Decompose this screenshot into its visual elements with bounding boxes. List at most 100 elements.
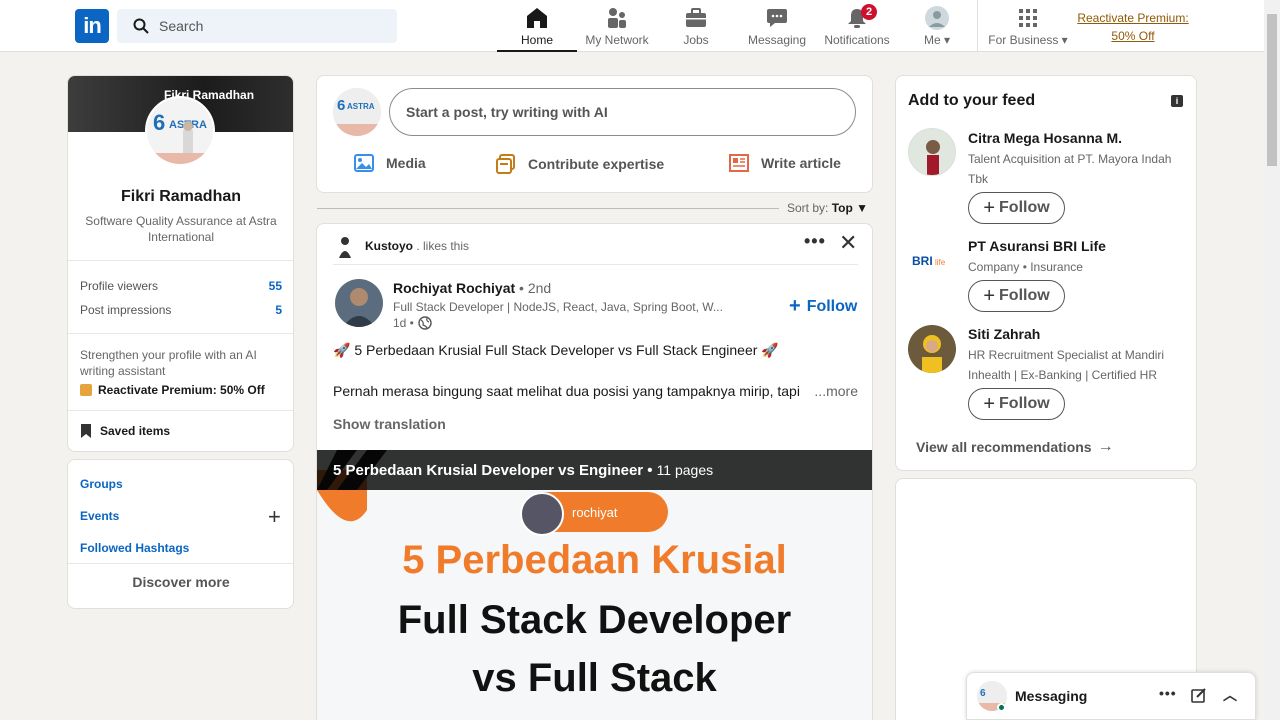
nav-for-business-label-wrap: For Business ▾: [988, 33, 1067, 47]
rec-name[interactable]: PT Asuransi BRI Life: [968, 238, 1106, 254]
post-time-text: 1d •: [393, 316, 414, 330]
followed-hashtags-link[interactable]: Followed Hashtags: [80, 541, 189, 555]
network-icon: [605, 6, 629, 30]
info-icon[interactable]: i: [1171, 95, 1183, 107]
plus-icon: +: [789, 295, 801, 317]
svg-text:6: 6: [337, 97, 345, 114]
composer-avatar[interactable]: 6 ASTRA: [333, 88, 381, 136]
sort-divider: [317, 208, 779, 209]
plus-icon: +: [983, 197, 996, 219]
strengthen-text[interactable]: Strengthen your profile with an AI writi…: [80, 347, 280, 379]
rec-avatar-citra[interactable]: [908, 128, 956, 176]
nav-home[interactable]: Home: [497, 0, 577, 52]
rec-name[interactable]: Siti Zahrah: [968, 326, 1040, 342]
nav-for-business[interactable]: For Business ▾: [988, 0, 1068, 52]
page-scrollbar[interactable]: [1264, 0, 1280, 720]
nav-my-network-label: My Network: [585, 33, 649, 47]
rec-logo-bri-life[interactable]: BRI life: [908, 236, 956, 284]
reactivate-premium-link[interactable]: Reactivate Premium: 50% Off: [1075, 9, 1191, 45]
author-avatar[interactable]: [335, 279, 383, 327]
rec-avatar-siti[interactable]: [908, 325, 956, 373]
actor-avatar[interactable]: [335, 234, 355, 258]
profile-card: Fikri Ramadhan 6ASTRA Fikri Ramadhan Sof…: [67, 75, 294, 452]
doc-heading-3: vs Full Stack: [472, 656, 717, 700]
profile-name[interactable]: Fikri Ramadhan: [68, 188, 293, 206]
chevron-up-icon[interactable]: ︿: [1223, 685, 1237, 705]
follow-button[interactable]: + Follow: [968, 280, 1065, 312]
nav-jobs-label: Jobs: [683, 33, 709, 47]
events-link[interactable]: Events: [80, 509, 119, 523]
rec-name[interactable]: Citra Mega Hosanna M.: [968, 130, 1122, 146]
contribute-expertise-label: Contribute expertise: [528, 156, 665, 172]
scrollbar-thumb[interactable]: [1267, 14, 1277, 166]
linkedin-logo[interactable]: in: [75, 9, 109, 43]
contribute-expertise-action[interactable]: Contribute expertise: [496, 154, 664, 174]
premium-line1: Reactivate Premium:: [1077, 11, 1189, 25]
discover-more-link[interactable]: Discover more: [68, 574, 293, 590]
doc-author-avatar: [520, 492, 564, 536]
profile-avatar[interactable]: 6ASTRA: [145, 96, 215, 166]
svg-text:6: 6: [153, 110, 165, 135]
post-impressions-row[interactable]: Post impressions 5: [80, 303, 282, 317]
sort-dropdown[interactable]: Sort by: Top ▼: [787, 201, 868, 215]
groups-link[interactable]: Groups: [80, 477, 123, 491]
notification-badge: 2: [861, 4, 877, 20]
arrow-right-icon: →: [1097, 438, 1114, 455]
close-icon[interactable]: ✕: [839, 230, 857, 256]
top-nav: in Home My Network Jobs Messaging 2 Noti…: [0, 0, 1264, 52]
social-actor[interactable]: Kustoyo: [365, 239, 413, 253]
author-name: Rochiyat Rochiyat: [393, 280, 516, 296]
follow-label: Follow: [999, 395, 1050, 412]
nav-me[interactable]: Me ▾: [897, 0, 977, 52]
messaging-overlay[interactable]: 6 Messaging ••• ︿: [966, 672, 1256, 720]
follow-author-button[interactable]: + Follow: [789, 295, 857, 318]
view-all-recommendations-link[interactable]: View all recommendations →: [916, 438, 1114, 456]
compose-icon[interactable]: [1191, 687, 1207, 708]
post-body-text: Pernah merasa bingung saat melihat dua p…: [333, 383, 858, 399]
nav-messaging[interactable]: Messaging: [737, 0, 817, 52]
svg-text:BRI: BRI: [912, 254, 933, 268]
nav-jobs[interactable]: Jobs: [656, 0, 736, 52]
author-name-line[interactable]: Rochiyat Rochiyat • 2nd: [393, 280, 551, 296]
reactivate-label: Reactivate Premium: 50% Off: [98, 383, 265, 397]
see-more-link[interactable]: ...more: [814, 383, 858, 399]
saved-items-label: Saved items: [100, 424, 171, 438]
write-article-action[interactable]: Write article: [729, 154, 841, 172]
saved-items[interactable]: Saved items: [80, 424, 170, 438]
follow-label: Follow: [999, 287, 1050, 304]
home-icon: [525, 6, 549, 30]
start-post-input[interactable]: Start a post, try writing with AI: [389, 88, 856, 136]
more-options-icon[interactable]: •••: [1159, 685, 1177, 701]
doc-pages: 11 pages: [656, 462, 714, 478]
reactivate-premium-item[interactable]: Reactivate Premium: 50% Off: [80, 383, 265, 397]
media-action[interactable]: Media: [354, 154, 426, 172]
social-action: . likes this: [416, 239, 470, 253]
plus-icon: +: [983, 285, 996, 307]
stat-value: 55: [268, 279, 282, 293]
nav-notifications[interactable]: 2 Notifications: [817, 0, 897, 52]
rec-sub: Talent Acquisition at PT. Mayora Indah T…: [968, 152, 1172, 186]
stat-label: Post impressions: [80, 303, 172, 317]
author-headline: Full Stack Developer | NodeJS, React, Ja…: [393, 300, 723, 314]
follow-button[interactable]: + Follow: [968, 388, 1065, 420]
messaging-icon: [765, 6, 789, 30]
search-box[interactable]: [117, 9, 397, 43]
divider: [68, 260, 293, 261]
search-icon: [133, 18, 149, 34]
doc-heading-1: 5 Perbedaan Krusial: [402, 538, 787, 582]
feed-post: Kustoyo . likes this ••• ✕ Rochiyat Roch…: [316, 223, 873, 720]
nav-me-label: Me: [923, 33, 941, 47]
search-input[interactable]: [159, 18, 379, 34]
document-preview[interactable]: rochiyat 5 Perbedaan Krusial Full Stack …: [317, 450, 872, 720]
bookmark-icon: [81, 424, 91, 438]
add-event-icon[interactable]: +: [268, 506, 281, 528]
document-title-bar: 5 Perbedaan Krusial Developer vs Enginee…: [317, 450, 872, 490]
profile-viewers-row[interactable]: Profile viewers 55: [80, 279, 282, 293]
more-options-icon[interactable]: •••: [804, 231, 826, 252]
show-translation-link[interactable]: Show translation: [333, 416, 446, 432]
divider: [333, 264, 858, 265]
divider: [68, 410, 293, 411]
divider: [68, 563, 293, 564]
follow-button[interactable]: + Follow: [968, 192, 1065, 224]
nav-my-network[interactable]: My Network: [577, 0, 657, 52]
